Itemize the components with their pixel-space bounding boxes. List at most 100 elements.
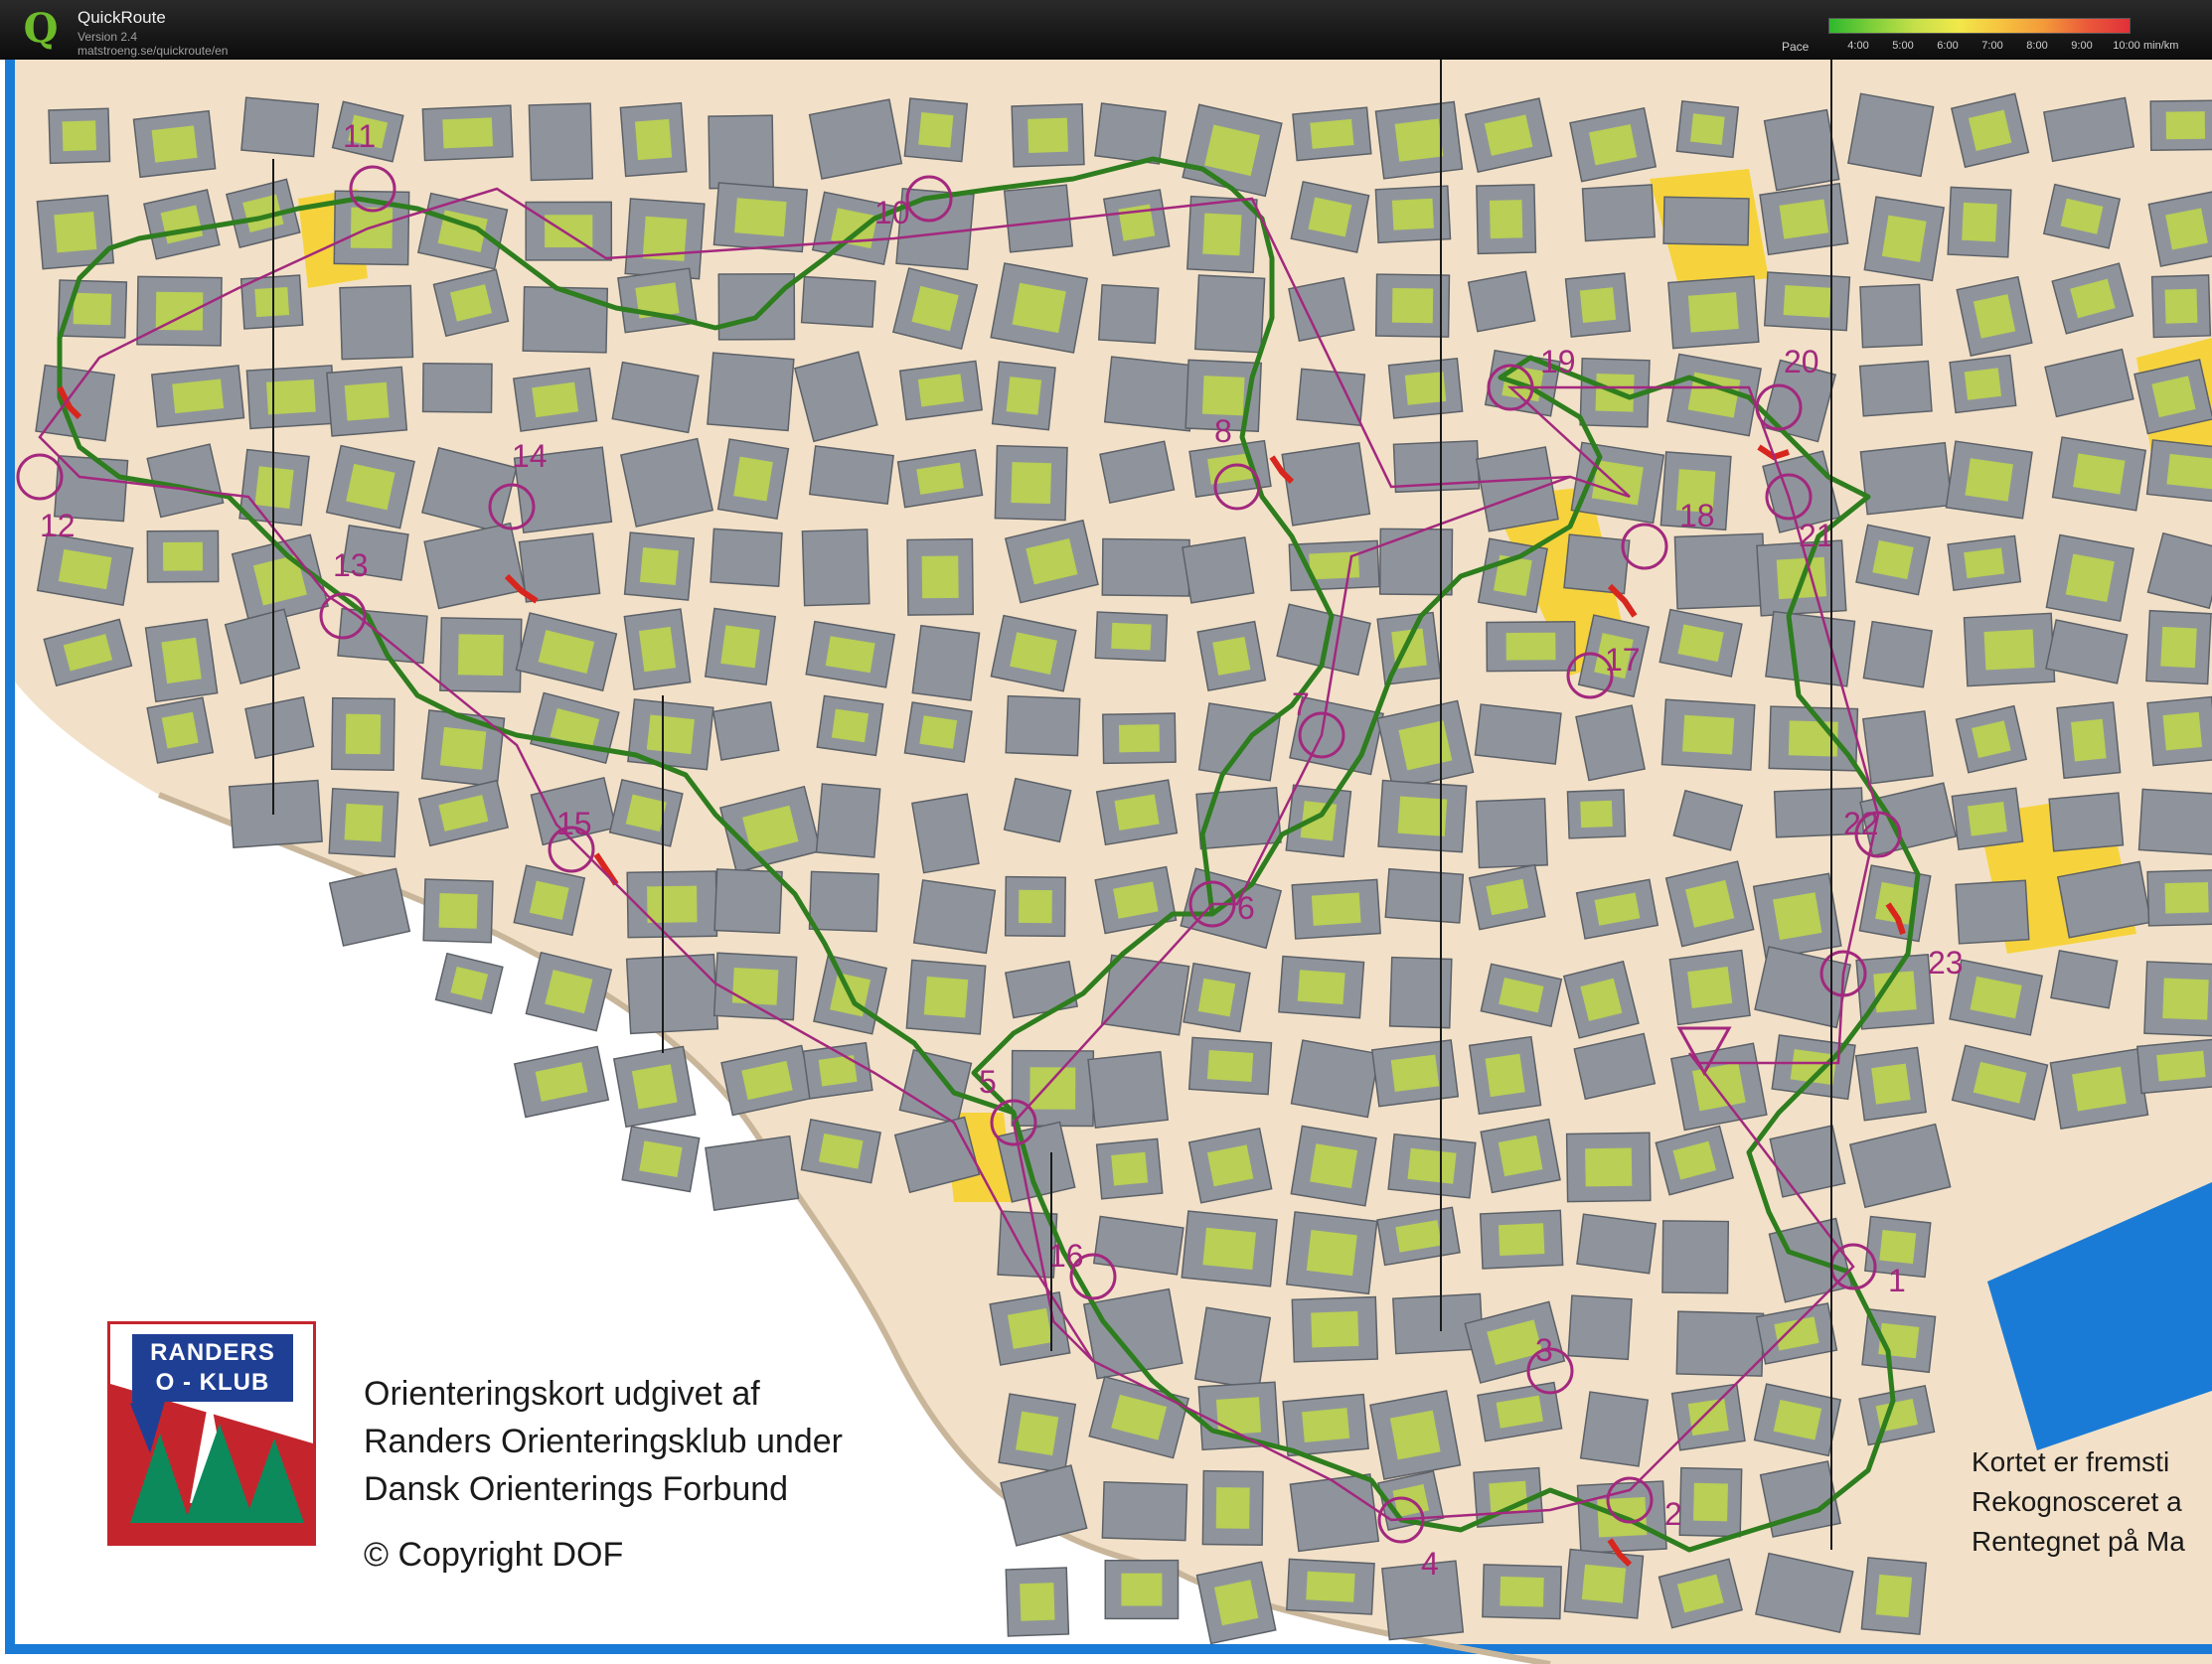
courtyard: [2165, 111, 2206, 140]
courtyard: [1485, 1053, 1525, 1098]
courtyard: [1394, 118, 1444, 162]
app-title: QuickRoute: [78, 8, 166, 27]
courtyard: [1779, 199, 1829, 239]
courtyard: [1020, 1583, 1055, 1621]
courtyard: [2073, 453, 2126, 495]
building-block: [518, 532, 601, 603]
courtyard: [1390, 1054, 1440, 1092]
courtyard: [1018, 889, 1052, 924]
courtyard: [1201, 376, 1245, 416]
courtyard: [1212, 636, 1251, 676]
control-number: 4: [1421, 1546, 1439, 1582]
courtyard: [921, 555, 959, 599]
courtyard: [2165, 208, 2208, 250]
map-canvas: 1234567810111213141516171819 20212223: [5, 60, 2212, 1664]
courtyard: [1007, 1307, 1052, 1349]
courtyard: [1012, 282, 1066, 334]
courtyard: [1964, 547, 2005, 579]
courtyard: [1681, 714, 1735, 755]
building-block: [1662, 196, 1750, 246]
courtyard: [918, 112, 954, 148]
courtyard: [2156, 1050, 2206, 1082]
courtyard: [457, 634, 504, 677]
courtyard: [1498, 1135, 1543, 1177]
courtyard: [172, 378, 225, 414]
pace-legend-label: Pace: [1782, 40, 1810, 54]
orienteering-map[interactable]: 1 2 3 4 5 6 7 8 10 11 12 13 14 15 16 17 18 19 20 21 22 23 RAN…: [0, 60, 2212, 1664]
control-number: 15: [556, 806, 592, 841]
control-number: 10: [874, 195, 910, 230]
building-block: [1094, 102, 1167, 165]
courtyard: [1965, 458, 2013, 502]
quickroute-header: Q QuickRoute Version 2.4 matstroeng.se/q…: [0, 0, 2212, 60]
building-block: [35, 364, 116, 442]
courtyard: [163, 541, 204, 571]
control-number: 6: [1237, 890, 1255, 926]
courtyard: [1306, 1230, 1357, 1277]
courtyard: [1407, 1147, 1457, 1184]
courtyard: [1983, 629, 2035, 671]
building-block: [1765, 610, 1856, 687]
courtyard: [1202, 1227, 1256, 1271]
courtyard: [1016, 1411, 1059, 1456]
control-number: 19: [1540, 344, 1576, 379]
courtyard: [831, 708, 869, 743]
courtyard: [1389, 1410, 1441, 1460]
building-block: [1563, 533, 1631, 595]
building-block: [1193, 1306, 1272, 1391]
building-block: [705, 1135, 800, 1211]
courtyard: [345, 713, 382, 755]
courtyard: [1962, 202, 1997, 242]
building-block: [1476, 798, 1548, 869]
courtyard: [1206, 1050, 1254, 1083]
courtyard: [634, 118, 673, 161]
courtyard: [529, 880, 569, 920]
courtyard: [638, 626, 677, 673]
courtyard: [2162, 978, 2209, 1020]
building-block: [619, 437, 714, 528]
building-block: [1296, 368, 1366, 426]
courtyard: [1693, 1482, 1728, 1522]
copyright-notice: © Copyright DOF: [364, 1536, 624, 1574]
building-block: [1087, 1050, 1170, 1129]
courtyard: [161, 711, 199, 749]
building-block: [800, 275, 876, 328]
pace-tick: 9:00: [2071, 40, 2093, 52]
building-block: [1194, 274, 1266, 354]
courtyard: [1689, 113, 1725, 145]
courtyard: [2160, 626, 2197, 669]
imprint-line: Orienteringskort udgivet af: [364, 1375, 760, 1413]
building-block: [625, 953, 719, 1035]
courtyard: [1687, 1398, 1729, 1437]
building-block: [1003, 777, 1072, 843]
courtyard: [254, 466, 294, 509]
building-block: [522, 285, 609, 354]
control-number: 5: [979, 1064, 997, 1100]
building-block: [1288, 276, 1355, 343]
building-block: [1575, 704, 1646, 782]
building-block: [1673, 532, 1767, 610]
app-version: Version 2.4: [78, 30, 138, 44]
courtyard: [439, 726, 487, 770]
courtyard: [2164, 288, 2198, 324]
map-note-line: Rentegnet på Ma: [1972, 1526, 2185, 1557]
courtyard: [1302, 1408, 1350, 1442]
building-block: [1289, 1473, 1380, 1553]
building-block: [710, 528, 783, 588]
courtyard: [1391, 198, 1434, 230]
courtyard: [1881, 215, 1927, 262]
randers-o-klub-logo: RANDERS O - KLUB: [107, 1321, 316, 1546]
courtyard: [733, 456, 773, 502]
building-block: [1862, 620, 1933, 688]
courtyard: [1875, 1574, 1913, 1618]
courtyard: [1215, 1397, 1262, 1436]
building-block: [808, 445, 894, 505]
building-block: [1103, 356, 1198, 432]
courtyard: [1585, 1147, 1633, 1187]
building-block: [2048, 792, 2125, 852]
courtyard: [1783, 284, 1831, 318]
courtyard: [1964, 368, 2002, 400]
courtyard: [1111, 1151, 1149, 1186]
app-url[interactable]: matstroeng.se/quickroute/en: [78, 44, 228, 58]
control-number: 16: [1048, 1238, 1084, 1274]
